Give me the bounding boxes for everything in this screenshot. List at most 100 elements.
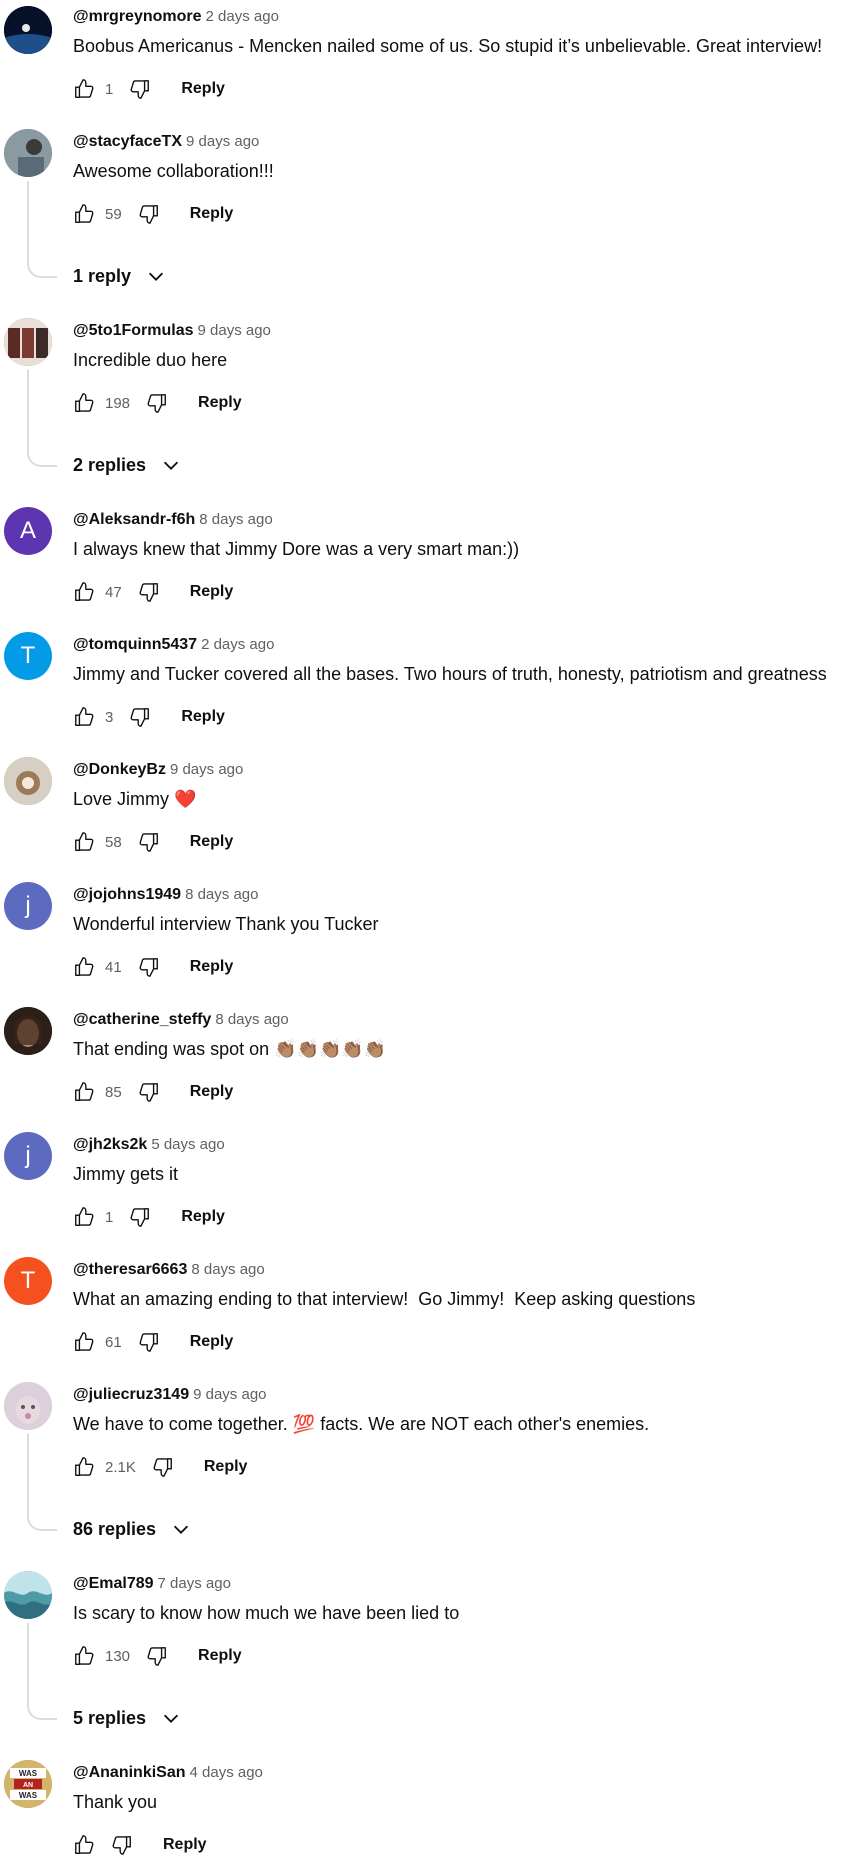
reply-button[interactable]: Reply	[204, 1458, 248, 1476]
author-name[interactable]: @AnaninkiSan	[73, 1764, 186, 1781]
timestamp[interactable]: 8 days ago	[215, 1011, 288, 1028]
reply-button[interactable]: Reply	[181, 708, 225, 726]
timestamp[interactable]: 4 days ago	[190, 1764, 263, 1781]
thumbs-up-icon[interactable]	[73, 956, 95, 978]
like-count: 61	[105, 1333, 122, 1351]
comment-header: @DonkeyBz 9 days ago	[73, 761, 243, 781]
timestamp[interactable]: 8 days ago	[185, 886, 258, 903]
thumbs-down-icon[interactable]	[138, 1081, 160, 1103]
avatar[interactable]	[4, 1382, 52, 1430]
timestamp[interactable]: 9 days ago	[170, 761, 243, 778]
thumbs-down-icon[interactable]	[138, 581, 160, 603]
thumbs-down-icon[interactable]	[129, 78, 151, 100]
reply-button[interactable]: Reply	[198, 1647, 242, 1665]
comment-text: I always knew that Jimmy Dore was a very…	[73, 539, 520, 559]
timestamp[interactable]: 2 days ago	[201, 636, 274, 653]
avatar[interactable]: j	[4, 1132, 52, 1180]
thumbs-up-icon[interactable]	[73, 78, 95, 100]
reply-button[interactable]: Reply	[181, 1208, 225, 1226]
like-count: 198	[105, 394, 131, 412]
author-name[interactable]: @Aleksandr-f6h	[73, 511, 195, 528]
avatar[interactable]	[4, 1571, 52, 1619]
avatar[interactable]	[4, 757, 52, 805]
timestamp[interactable]: 8 days ago	[191, 1261, 264, 1278]
avatar[interactable]	[4, 6, 52, 54]
thumbs-up-icon[interactable]	[73, 1456, 95, 1478]
thumbs-down-icon[interactable]	[146, 1645, 168, 1667]
comment-text: Jimmy and Tucker covered all the bases. …	[73, 664, 827, 684]
thumbs-down-icon[interactable]	[129, 706, 151, 728]
reply-button[interactable]: Reply	[163, 1836, 207, 1854]
author-name[interactable]: @DonkeyBz	[73, 761, 166, 778]
thumbs-down-icon[interactable]	[152, 1456, 174, 1478]
comment-text-part: Love Jimmy	[73, 789, 170, 809]
like-count: 58	[105, 833, 122, 851]
thumbs-down-icon[interactable]	[138, 1331, 160, 1353]
comment-text: Jimmy gets it	[73, 1164, 179, 1184]
replies-toggle[interactable]: 1 reply	[73, 265, 167, 287]
thumbs-down-icon[interactable]	[129, 1206, 151, 1228]
replies-count: 5 replies	[73, 1707, 147, 1728]
replies-toggle[interactable]: 5 replies	[73, 1707, 182, 1729]
thread-line	[27, 370, 57, 467]
reply-button[interactable]: Reply	[190, 1083, 234, 1101]
replies-toggle[interactable]: 2 replies	[73, 454, 182, 476]
reply-button[interactable]: Reply	[190, 583, 234, 601]
reply-button[interactable]: Reply	[190, 833, 234, 851]
timestamp[interactable]: 5 days ago	[151, 1136, 224, 1153]
thumbs-up-icon[interactable]	[73, 1645, 95, 1667]
author-name[interactable]: @Emal789	[73, 1575, 154, 1592]
replies-toggle[interactable]: 86 replies	[73, 1518, 192, 1540]
timestamp[interactable]: 7 days ago	[158, 1575, 231, 1592]
thumbs-up-icon[interactable]	[73, 1331, 95, 1353]
reply-button[interactable]: Reply	[198, 394, 242, 412]
avatar[interactable]: T	[4, 1257, 52, 1305]
thumbs-up-icon[interactable]	[73, 1081, 95, 1103]
timestamp[interactable]: 2 days ago	[206, 8, 279, 25]
thumbs-up-icon[interactable]	[73, 392, 95, 414]
avatar-letter: j	[25, 892, 31, 919]
avatar[interactable]: T	[4, 632, 52, 680]
reply-button[interactable]: Reply	[190, 958, 234, 976]
thumbs-down-icon[interactable]	[138, 203, 160, 225]
hundred-points-emoji: 💯	[292, 1414, 316, 1434]
thumbs-down-icon[interactable]	[146, 392, 168, 414]
avatar-letter: A	[19, 517, 36, 544]
thumbs-up-icon[interactable]	[73, 1206, 95, 1228]
author-name[interactable]: @jojohns1949	[73, 886, 181, 903]
author-name[interactable]: @mrgreynomore	[73, 8, 202, 25]
avatar[interactable]: j	[4, 882, 52, 930]
comment-text: Love Jimmy ❤️	[73, 789, 196, 810]
thumbs-up-icon[interactable]	[73, 1834, 95, 1856]
thumbs-down-icon[interactable]	[111, 1834, 133, 1856]
thumbs-down-icon[interactable]	[138, 831, 160, 853]
thumbs-down-icon[interactable]	[138, 956, 160, 978]
avatar[interactable]	[4, 1007, 52, 1055]
avatar[interactable]	[4, 129, 52, 177]
comment-header: @catherine_steffy 8 days ago	[73, 1011, 289, 1031]
author-name[interactable]: @stacyfaceTX	[73, 133, 182, 150]
thumbs-up-icon[interactable]	[73, 831, 95, 853]
timestamp[interactable]: 9 days ago	[186, 133, 259, 150]
thumbs-up-icon[interactable]	[73, 581, 95, 603]
author-name[interactable]: @tomquinn5437	[73, 636, 197, 653]
author-name[interactable]: @5to1Formulas	[73, 322, 194, 339]
avatar[interactable]	[4, 318, 52, 366]
reply-button[interactable]: Reply	[190, 1333, 234, 1351]
timestamp[interactable]: 9 days ago	[193, 1386, 266, 1403]
logo-avatar-icon: WAS AN WAS	[4, 1760, 52, 1808]
comment: @juliecruz3149 9 days ago We have to come…	[0, 1378, 848, 1558]
author-name[interactable]: @jh2ks2k	[73, 1136, 147, 1153]
timestamp[interactable]: 8 days ago	[199, 511, 272, 528]
author-name[interactable]: @catherine_steffy	[73, 1011, 211, 1028]
reply-button[interactable]: Reply	[181, 80, 225, 98]
timestamp[interactable]: 9 days ago	[198, 322, 271, 339]
comment: @stacyfaceTX 9 days ago Awesome collabora…	[0, 125, 848, 305]
thumbs-up-icon[interactable]	[73, 706, 95, 728]
thumbs-up-icon[interactable]	[73, 203, 95, 225]
avatar[interactable]: A	[4, 507, 52, 555]
avatar[interactable]: WAS AN WAS	[4, 1760, 52, 1808]
author-name[interactable]: @juliecruz3149	[73, 1386, 189, 1403]
author-name[interactable]: @theresar6663	[73, 1261, 187, 1278]
reply-button[interactable]: Reply	[190, 205, 234, 223]
